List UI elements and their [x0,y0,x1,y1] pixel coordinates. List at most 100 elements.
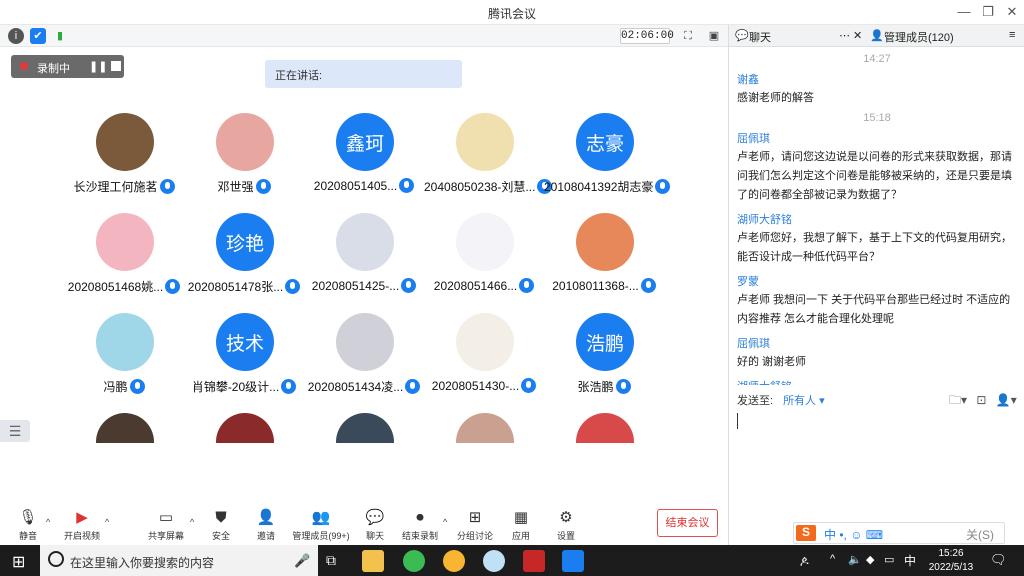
taskbar-search[interactable]: 在这里输入你要搜索的内容 🎤 [40,545,318,576]
participant-name: 20208051466... [424,278,544,293]
participant-name-text: 长沙理工何施茗 [73,180,158,194]
participant-tile[interactable]: 冯鹏 [64,313,184,413]
participant-tile[interactable] [544,413,664,513]
participant-tile[interactable]: 技术 肖锦攀-20级计... [184,313,304,413]
video-button[interactable]: ▶ 开启视频 [56,509,108,542]
participant-tile[interactable]: 20208051468姚... [64,213,184,313]
participant-avatar [336,313,394,371]
stop-recording-button[interactable] [111,61,121,71]
end-meeting-button[interactable]: 结束会议 [657,509,718,537]
participant-name-text: 20108041392胡志豪 [544,180,654,194]
shield-icon[interactable]: ✔ [30,28,46,44]
participant-avatar [456,413,514,443]
microphone-icon [255,179,271,194]
chevron-up-icon[interactable]: ^ [105,517,109,527]
participant-tile[interactable]: 长沙理工何施茗 [64,113,184,213]
message-timestamp: 15:18 [863,112,891,124]
chevron-up-icon[interactable]: ^ [190,517,194,527]
recording-label: 录制中 [37,63,70,75]
participant-tile[interactable] [184,413,304,513]
participant-tile[interactable]: 20208051466... [424,213,544,313]
participant-tile[interactable]: 20208051434凌... [304,313,424,413]
search-placeholder: 在这里输入你要搜索的内容 [70,556,215,570]
participant-tile[interactable]: 20208051430-... [424,313,544,413]
menu-icon[interactable]: ≡ [1009,29,1015,41]
notification-icon[interactable]: 🗨 [990,552,1007,568]
message-text: 好的 谢谢老师 [737,356,807,368]
close-button[interactable]: ✕ [1002,3,1022,21]
record-dot-icon [20,62,28,70]
search-icon [48,551,64,567]
tab-chat[interactable]: 聊天 [749,29,771,45]
participant-name-text: 20408050238-刘慧... [424,180,536,194]
user-settings-icon[interactable]: 👤▾ [996,393,1017,407]
participant-tile[interactable]: 20108011368-... [544,213,664,313]
stop-recording-toolbar-button[interactable]: ⏺ 结束录制 [394,509,446,542]
screenshot-icon[interactable]: ⊡ [976,393,986,407]
share-screen-button[interactable]: ▭ 共享屏幕 [140,509,192,542]
participant-name-text: 20208051466... [433,279,518,293]
taskbar-ime[interactable]: 中 [904,552,916,569]
chevron-up-icon[interactable]: ^ [443,517,447,527]
participant-tile[interactable]: 鑫珂 20208051405... [304,113,424,213]
volume-icon[interactable]: 🔈 [848,553,862,566]
people-icon[interactable]: ዾ [800,553,809,568]
file-explorer-icon[interactable] [362,550,384,572]
taskbar-clock[interactable]: 15:26 2022/5/13 [922,547,980,575]
invite-button[interactable]: 👤 邀请 [240,509,292,542]
manage-members-button[interactable]: 👥 管理成员(99+) [290,509,352,542]
text-cursor [737,413,738,429]
breakout-button[interactable]: ⊞ 分组讨论 [449,509,501,542]
signal-icon[interactable]: ▮ [52,28,68,44]
meeting-controls: 🎙 静音 ^ ▶ 开启视频 ^ ▭ 共享屏幕 ^ ⛊ 安全 👤 邀请 👥 管理成员(99+)… [0,505,728,545]
microphone-icon[interactable]: 🎤 [294,553,310,569]
task-view-icon[interactable]: ⧉ [326,552,336,569]
battery-icon[interactable]: ▭ [884,553,894,566]
tencent-meeting-icon[interactable] [562,550,584,572]
members-icon: 👥 [311,509,331,526]
app-icon-red[interactable] [523,550,545,572]
ime-status[interactable]: 中 •, ☺ ⌨ [824,526,883,543]
participant-name-text: 邓世强 [217,180,254,194]
recipient-select[interactable]: 所有人 ▾ [783,395,825,407]
tray-app-icon[interactable]: ◆ [866,553,874,566]
participant-tile[interactable]: 浩鹏 张浩鹏 [544,313,664,413]
participant-name: 20208051405... [304,178,424,193]
title-bar: 腾讯会议 — ❐ ✕ [0,0,1024,25]
folder-icon[interactable]: 🗀▾ [949,393,967,407]
participant-tile[interactable] [304,413,424,513]
layout-icon[interactable]: ▣ [706,28,722,44]
chevron-up-icon[interactable]: ^ [46,517,50,527]
app-icon-blue[interactable] [483,550,505,572]
microphone-icon [281,379,297,394]
participant-tile[interactable]: 20208051425-... [304,213,424,313]
participant-tile[interactable]: 志豪 20108041392胡志豪 [544,113,671,213]
members-label: 管理成员(99+) [292,531,350,541]
chat-messages: 14:27 谢鑫 感谢老师的解答 15:18 屈佩琪 卢老师，请问您这边说是以问卷的形式来… [729,49,1024,385]
participant-name-text: 张浩鹏 [577,380,614,394]
participant-tile[interactable]: 珍艳 20208051478张... [184,213,304,313]
fullscreen-icon[interactable]: ⛶ [680,28,696,44]
close-chat-icon[interactable]: ✕ [853,29,862,42]
minimize-button[interactable]: — [954,3,974,21]
participant-tile[interactable]: 邓世强 [184,113,304,213]
side-panel-toggle[interactable]: ☰ [0,420,30,442]
restore-button[interactable]: ❐ [978,3,998,21]
video-grid-area: 录制中 ❚❚ 正在讲话: 长沙理工何施茗 邓世强 鑫珂 20208051405... 2… [0,47,728,505]
participant-name-text: 冯鹏 [103,380,128,394]
settings-button[interactable]: ⚙ 设置 [540,509,592,542]
app-icon-yellow[interactable] [443,550,465,572]
ime-toolbar[interactable]: S 中 •, ☺ ⌨ 关(S) [793,522,1005,544]
meeting-timer: 02:06:00 [620,28,674,44]
participant-tile[interactable]: 20408050238-刘慧... [424,113,553,213]
windows-start-icon[interactable]: ⊞ [12,552,25,572]
info-icon[interactable]: i [8,28,24,44]
more-icon[interactable]: ⋯ [839,29,850,42]
participant-tile[interactable] [64,413,184,513]
pause-recording-button[interactable]: ❚❚ [89,60,107,73]
chat-input[interactable] [737,409,1017,519]
participant-tile[interactable] [424,413,544,513]
tray-chevron-icon[interactable]: ^ [830,553,835,565]
chrome-icon[interactable] [403,550,425,572]
tab-members[interactable]: 管理成员(120) [884,29,954,45]
